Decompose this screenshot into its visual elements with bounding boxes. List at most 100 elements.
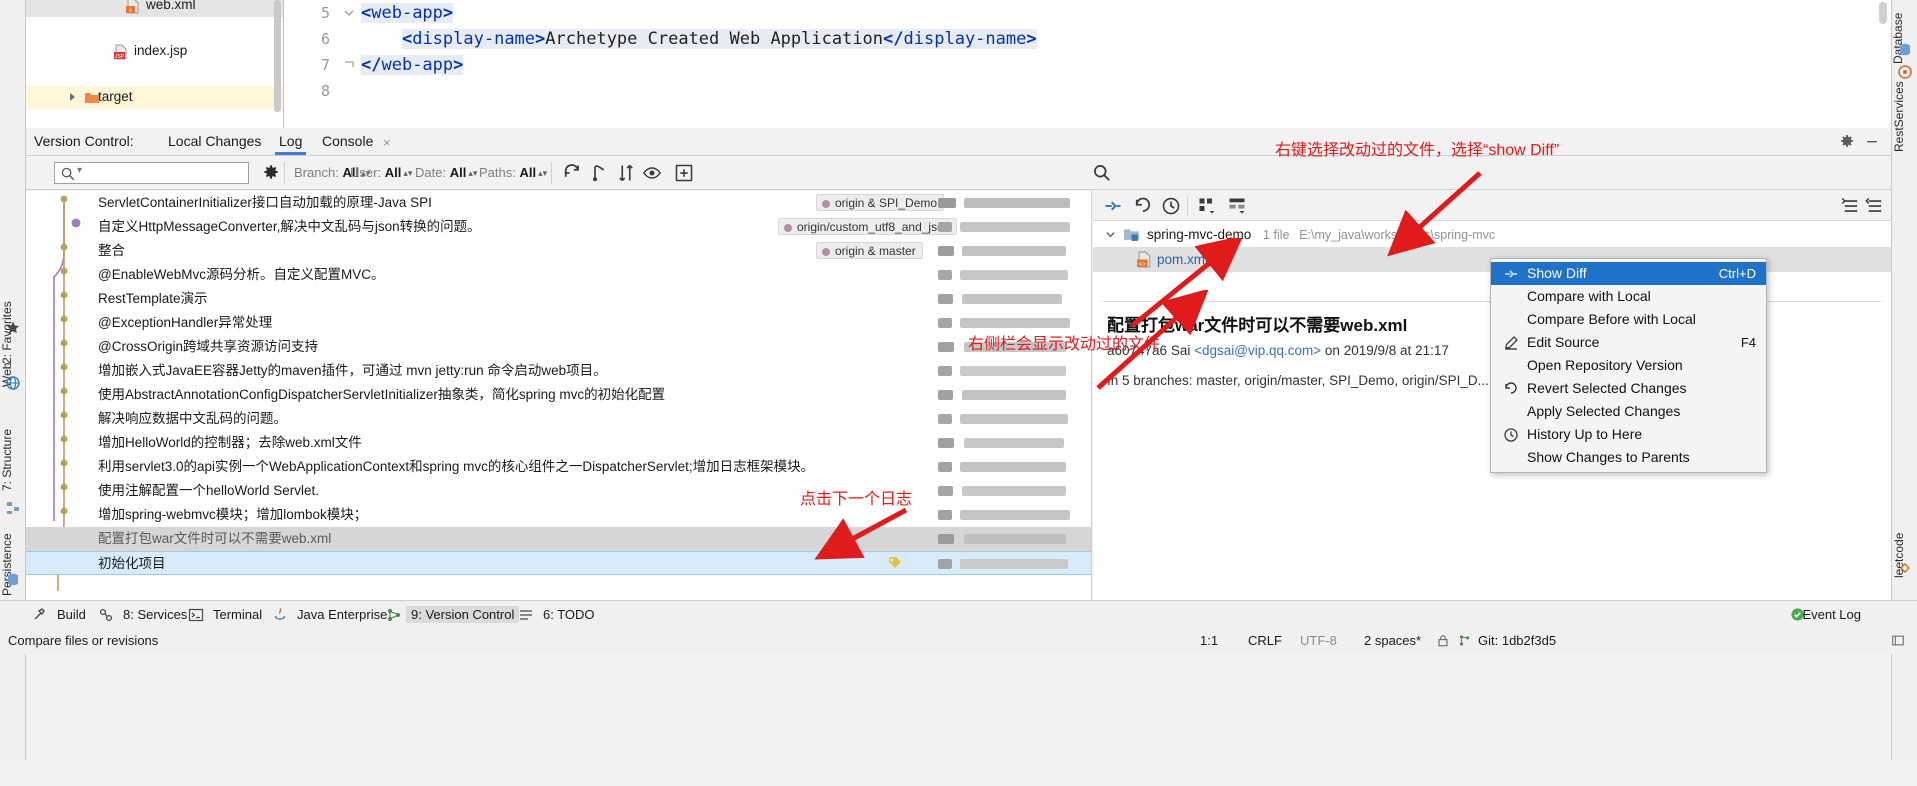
bottom-item-version-control[interactable]: 9: Version Control: [406, 606, 520, 623]
bottom-item-terminal[interactable]: Terminal: [208, 606, 267, 623]
sidebar-item-structure[interactable]: 7: Structure: [0, 405, 26, 515]
menu-item-compare-with-local[interactable]: Compare with Local: [1491, 285, 1766, 308]
fold-end-icon[interactable]: [343, 59, 355, 71]
table-row[interactable]: RestTemplate演示: [26, 287, 1091, 311]
commit-subject: 解决响应数据中文乱码的问题。: [98, 411, 287, 426]
expand-all-icon[interactable]: [1841, 196, 1861, 216]
filter-date[interactable]: Date: All ▴▾: [415, 165, 477, 180]
sidebar-item-leetcode[interactable]: leetcode: [1892, 510, 1917, 600]
table-row[interactable]: ServletContainerInitializer接口自动加载的原理-Jav…: [26, 191, 1091, 215]
bottom-item-services[interactable]: 8: Services: [118, 606, 192, 623]
jsp-file-icon: JSP: [114, 44, 127, 60]
table-row[interactable]: @CrossOrigin跨域共享资源访问支持: [26, 335, 1091, 359]
filter-user[interactable]: User: All ▴▾: [350, 165, 412, 180]
vcs-branch[interactable]: Git: 1db2f3d5: [1478, 633, 1556, 648]
table-row[interactable]: @EnableWebMvc源码分析。自定义配置MVC。: [26, 263, 1091, 287]
tab-log[interactable]: Log: [274, 133, 307, 155]
menu-item-revert-selected-changes[interactable]: Revert Selected Changes: [1491, 377, 1766, 400]
bottom-item-todo[interactable]: 6: TODO: [538, 606, 600, 623]
table-row[interactable]: 增加HelloWorld的控制器；去除web.xml文件: [26, 431, 1091, 455]
filter-user-value: All: [384, 165, 402, 180]
encoding[interactable]: UTF-8: [1300, 633, 1337, 648]
line-number: 6: [320, 30, 330, 48]
intellisort-icon[interactable]: [590, 163, 610, 183]
table-row[interactable]: 利用servlet3.0的api实例一个WebApplicationContex…: [26, 455, 1091, 479]
git-branch-icon[interactable]: [1458, 633, 1472, 648]
bottom-item-build[interactable]: Build: [52, 606, 91, 623]
tree-row[interactable]: x web.xml: [26, 0, 283, 17]
restservices-label: RestServices: [1892, 81, 1906, 153]
java-enterprise-icon: [274, 608, 286, 620]
preview-diff-icon[interactable]: [1227, 196, 1247, 216]
table-row[interactable]: 使用AbstractAnnotationConfigDispatcherServ…: [26, 383, 1091, 407]
menu-item-apply-selected-changes[interactable]: Apply Selected Changes: [1491, 400, 1766, 423]
table-row[interactable]: 解决响应数据中文乱码的问题。: [26, 407, 1091, 431]
table-row[interactable]: @ExceptionHandler异常处理: [26, 311, 1091, 335]
ref-label[interactable]: origin & master: [816, 242, 923, 259]
commit-subject: @ExceptionHandler异常处理: [98, 315, 273, 330]
bottom-item-java-enterprise[interactable]: Java Enterprise: [292, 606, 392, 623]
revert-icon[interactable]: [1133, 196, 1153, 216]
tab-local-changes[interactable]: Local Changes: [168, 133, 261, 149]
table-row-selected[interactable]: 配置打包war文件时可以不需要web.xml: [26, 527, 1091, 551]
filter-gear-icon[interactable]: [262, 163, 280, 181]
chevron-down-icon[interactable]: [1105, 229, 1116, 240]
caret-position[interactable]: 1:1: [1200, 633, 1218, 648]
ref-label[interactable]: origin & SPI_Demo: [816, 194, 945, 211]
gutter-icon[interactable]: [1891, 633, 1905, 648]
event-log-button[interactable]: Event Log: [1802, 607, 1861, 622]
collapse-all-icon[interactable]: [1865, 196, 1885, 216]
project-tree[interactable]: x web.xml JSP index.jsp target .gitignor…: [26, 0, 284, 128]
minimize-icon[interactable]: [1865, 133, 1879, 149]
table-row[interactable]: 增加嵌入式JavaEE容器Jetty的maven插件，可通过 mvn jetty…: [26, 359, 1091, 383]
menu-label: Open Repository Version: [1527, 357, 1683, 373]
table-row[interactable]: 使用注解配置一个helloWorld Servlet.: [26, 479, 1091, 503]
compact-refs-icon[interactable]: [616, 163, 636, 183]
tree-row-target[interactable]: target: [26, 86, 283, 109]
history-icon[interactable]: [1161, 196, 1181, 216]
chevron-right-icon[interactable]: [70, 93, 75, 101]
fold-expanded-icon[interactable]: [343, 7, 355, 19]
project-tree-scrollbar[interactable]: [274, 0, 281, 112]
menu-item-compare-before-with-local[interactable]: Compare Before with Local: [1491, 308, 1766, 331]
eye-icon[interactable]: [642, 163, 662, 183]
menu-shortcut: Ctrl+D: [1718, 266, 1756, 281]
menu-item-history-up-to-here[interactable]: History Up to Here: [1491, 423, 1766, 446]
line-separator[interactable]: CRLF: [1248, 633, 1282, 648]
table-row[interactable]: 整合 origin & master: [26, 239, 1091, 263]
tab-console[interactable]: Console: [322, 133, 373, 149]
search-input[interactable]: ▾: [54, 162, 249, 184]
editor-scrollbar[interactable]: [1879, 2, 1887, 24]
menu-item-edit-source[interactable]: Edit Source F4: [1491, 331, 1766, 354]
filter-paths[interactable]: Paths: All ▴▾: [479, 165, 547, 180]
new-branch-icon[interactable]: [674, 163, 694, 183]
todo-icon: [520, 610, 532, 620]
commit-log-table[interactable]: ServletContainerInitializer接口自动加载的原理-Jav…: [26, 191, 1092, 600]
menu-item-show-diff[interactable]: Show Diff Ctrl+D: [1491, 262, 1766, 285]
code-content[interactable]: <web-app> <display-name>Archetype Create…: [361, 0, 1037, 104]
top-editor-strip: x web.xml JSP index.jsp target .gitignor…: [26, 0, 1891, 128]
lock-icon[interactable]: [1436, 633, 1450, 648]
context-menu[interactable]: Show Diff Ctrl+D Compare with Local Comp…: [1490, 258, 1767, 473]
show-diff-icon[interactable]: [1103, 196, 1123, 216]
ref-label-text: origin & SPI_Demo: [835, 196, 938, 210]
indent-setting[interactable]: 2 spaces*: [1364, 633, 1421, 648]
refresh-icon[interactable]: [562, 163, 582, 183]
log-search-icon[interactable]: [1092, 163, 1112, 183]
menu-item-open-repository-version[interactable]: Open Repository Version: [1491, 354, 1766, 377]
history-icon: [1504, 428, 1518, 442]
ref-label[interactable]: origin/custom_utf8_and_json: [778, 218, 958, 235]
gear-icon[interactable]: [1839, 133, 1855, 149]
menu-item-show-changes-to-parents[interactable]: Show Changes to Parents: [1491, 446, 1766, 469]
group-by-icon[interactable]: [1197, 196, 1217, 216]
table-row[interactable]: 自定义HttpMessageConverter,解决中文乱码与json转换的问题…: [26, 215, 1091, 239]
annotation-right-panel: 右侧栏会显示改动过的文件: [968, 336, 1161, 353]
close-icon[interactable]: ×: [383, 135, 391, 150]
table-row-focused[interactable]: 初始化项目: [26, 551, 1091, 575]
code-editor[interactable]: 5 6 7 8 <web-app> <display-name>Archetyp…: [285, 0, 1891, 128]
tree-row[interactable]: JSP index.jsp: [26, 40, 283, 63]
table-row[interactable]: 增加spring-webmvc模块；增加lombok模块；: [26, 503, 1091, 527]
build-icon: [34, 608, 45, 620]
terminal-icon: [188, 608, 204, 622]
